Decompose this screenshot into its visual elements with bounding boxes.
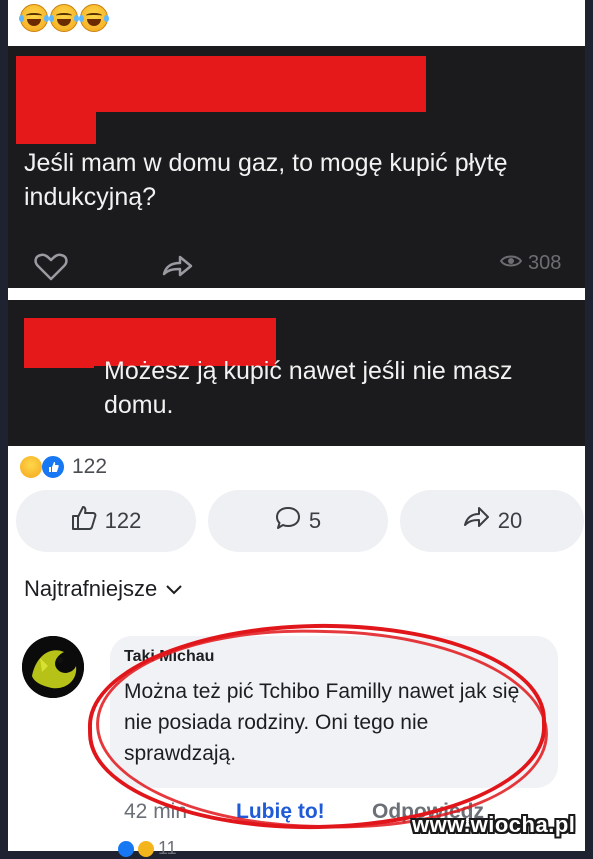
- comment-sort-dropdown[interactable]: Najtrafniejsze: [24, 576, 183, 602]
- question-text: Jeśli mam w domu gaz, to mogę kupić płyt…: [24, 149, 508, 211]
- redaction-bar: [24, 318, 94, 368]
- comment-count: 5: [308, 508, 322, 533]
- laughing-reaction-icon: [138, 840, 154, 857]
- laughing-reaction-icon: [20, 456, 42, 478]
- share-count: 20: [497, 508, 523, 533]
- share-arrow-icon: [462, 505, 490, 537]
- eye-icon: [499, 252, 523, 275]
- laughing-tears-emoji: [19, 4, 49, 32]
- view-count: 308: [499, 252, 562, 275]
- top-emoji-row: [19, 4, 109, 32]
- reaction-summary[interactable]: 122: [20, 454, 107, 480]
- redaction-bar: [16, 56, 96, 144]
- answer-text: Możesz ją kupić nawet jeśli nie masz dom…: [104, 357, 513, 419]
- avatar[interactable]: [22, 636, 84, 698]
- like-reaction-icon: [118, 840, 134, 857]
- share-button[interactable]: 20: [400, 490, 584, 552]
- like-reaction-icon: [40, 454, 66, 480]
- share-icon[interactable]: [160, 252, 194, 287]
- laughing-tears-emoji: [79, 4, 109, 32]
- laughing-tears-emoji: [49, 4, 79, 32]
- like-count: 122: [104, 508, 142, 533]
- chevron-down-icon: [165, 576, 183, 602]
- next-reaction-count: 11: [158, 838, 177, 858]
- like-button[interactable]: 122: [16, 490, 196, 552]
- comment-button[interactable]: 5: [208, 490, 388, 552]
- comment-icon: [275, 505, 301, 537]
- view-count-value: 308: [528, 252, 562, 274]
- watermark: www.wiocha.pl: [412, 812, 576, 837]
- next-comment-reactions: 11: [118, 838, 177, 859]
- thumbs-up-icon: [71, 505, 97, 537]
- sort-label: Najtrafniejsze: [24, 576, 158, 601]
- heart-icon[interactable]: [34, 252, 68, 287]
- reaction-count: 122: [72, 455, 108, 478]
